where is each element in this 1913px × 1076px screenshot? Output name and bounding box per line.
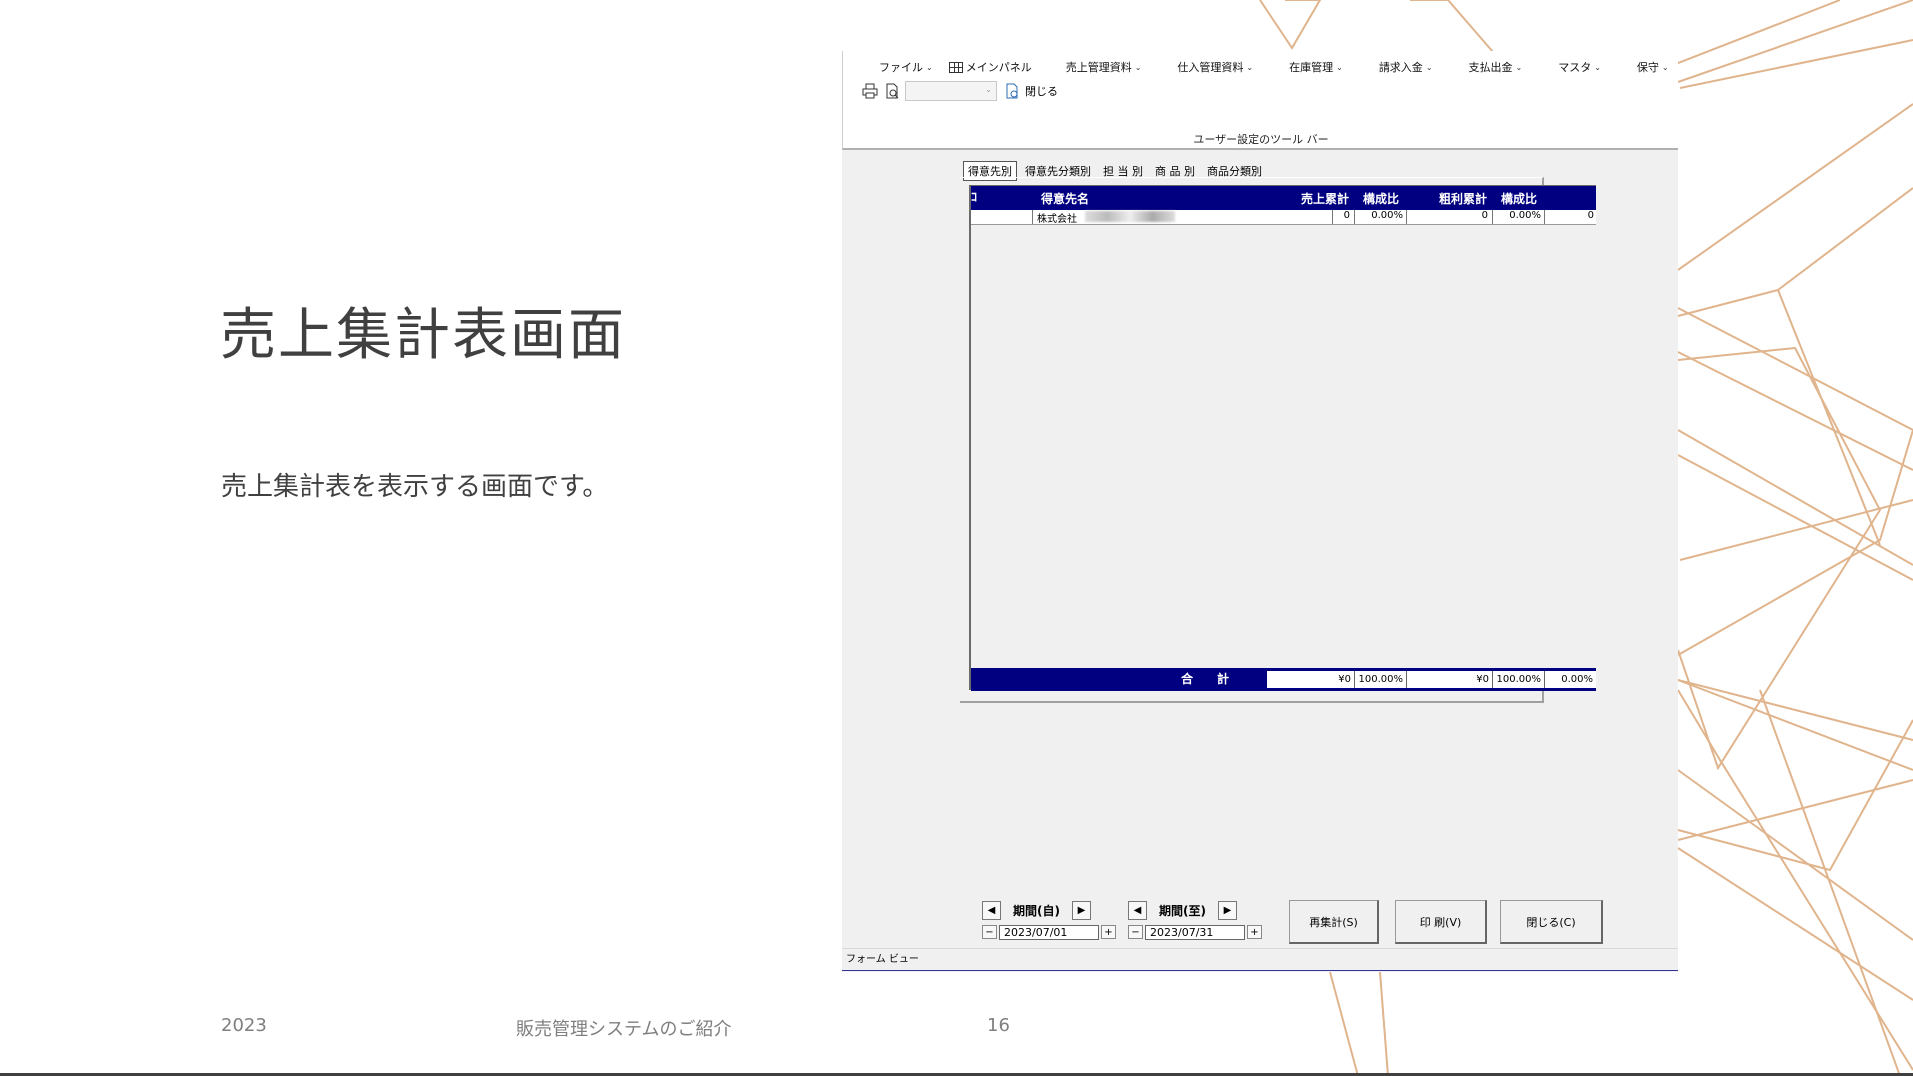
chevron-down-icon: ⌄ [1594,62,1601,72]
slide-title: 売上集計表画面 [220,303,626,368]
ribbon-caption: ユーザー設定のツール バー [1193,133,1329,146]
print-preview-icon[interactable] [883,82,901,100]
total-label: 合 計 [1181,672,1230,686]
total-ratio-1: 100.00% [1355,671,1407,688]
period-from-next-button[interactable]: ▶ [1071,900,1091,920]
caret-right-icon: ▶ [1077,904,1086,916]
total-extra: 0.00% [1545,671,1596,688]
row-sales-cell: 0 [1267,210,1355,224]
menu-label: ファイル [879,61,923,74]
row-sales: 0 [1343,210,1350,221]
period-to-prev-button[interactable]: ◀ [1128,900,1147,920]
close-button[interactable]: 閉じる(C) [1500,900,1603,944]
period-from-minus-button[interactable]: − [982,925,997,939]
row-ratio-2: 0.00% [1509,210,1541,221]
print-button[interactable]: 印 刷(V) [1395,900,1487,944]
header-profit-total: 粗利累計 [1439,192,1488,206]
menu-billing[interactable]: 請求入金 ⌄ [1379,59,1433,75]
app-window: ファイル ⌄ メインパネル 売上管理資料 ⌄ 仕入管理資料 ⌄ 在庫管理 ⌄ 請求入金 ⌄… [842,51,1678,972]
row-profit: 0 [1481,210,1488,221]
page-number: 16 [987,1015,1010,1036]
period-from-date[interactable]: 2023/07/01 [999,924,1099,940]
toolbar-combo[interactable]: ⌄ [905,81,997,101]
menu-bar: ファイル ⌄ メインパネル 売上管理資料 ⌄ 仕入管理資料 ⌄ 在庫管理 ⌄ 請求入金 ⌄… [879,59,1669,75]
menu-master[interactable]: マスタ ⌄ [1558,59,1601,75]
toolbar: ⌄ 閉じる [861,81,1058,101]
menu-label: 在庫管理 [1289,61,1334,74]
header-marker: ｺ [971,190,978,204]
footer-year: 2023 [221,1015,267,1036]
header-customer-name: 得意先名 [1041,192,1090,206]
period-from-control: ◀ 期間(自) ▶ − 2023/07/01 + [982,900,1116,941]
chevron-down-icon: ⌄ [1336,62,1343,72]
redacted-name [1085,211,1175,222]
total-sales: ¥0 [1267,671,1355,688]
period-from-plus-button[interactable]: + [1101,925,1116,939]
grid-header: ｺ 得意先名 売上累計 構成比 粗利累計 構成比 [971,186,1596,210]
row-ratio-1: 0.00% [1371,210,1403,221]
summary-grid: ｺ 得意先名 売上累計 構成比 粗利累計 構成比 株式会社 0 0.00% 0 … [969,185,1596,691]
grid-icon [948,61,963,73]
row-marker-cell [971,210,1033,224]
header-ratio-1: 構成比 [1363,192,1400,206]
menu-label: 保守 [1636,61,1659,74]
row-profit-cell: 0 [1407,210,1493,224]
menu-inventory[interactable]: 在庫管理 ⌄ [1289,59,1343,75]
chevron-down-icon: ⌄ [1515,62,1523,72]
period-from-prev-button[interactable]: ◀ [982,900,1001,920]
period-to-date[interactable]: 2023/07/31 [1145,924,1245,940]
menu-sales-reports[interactable]: 売上管理資料 ⌄ [1066,59,1142,75]
chevron-down-icon: ⌄ [1425,62,1433,72]
close-tool-button[interactable]: 閉じる [1003,82,1058,100]
status-bar: フォーム ビュー [842,948,1678,971]
row-ratio2-cell: 0.00% [1493,210,1545,224]
row-extra: 0 [1587,210,1594,221]
chevron-down-icon: ⌄ [1661,62,1669,72]
print-icon[interactable] [861,82,879,100]
period-from-label: 期間(自) [1013,903,1060,918]
menu-maintenance[interactable]: 保守 ⌄ [1637,59,1669,75]
ribbon: ファイル ⌄ メインパネル 売上管理資料 ⌄ 仕入管理資料 ⌄ 在庫管理 ⌄ 請求入金 ⌄… [842,51,1678,150]
total-ratio-2: 100.00% [1493,671,1545,688]
menu-label: マスタ [1558,61,1592,74]
period-to-minus-button[interactable]: − [1128,925,1143,939]
table-row[interactable]: 株式会社 0 0.00% 0 0.00% 0 [971,210,1596,225]
menu-label: 売上管理資料 [1065,61,1132,74]
total-profit: ¥0 [1407,671,1493,688]
menu-label: 請求入金 [1378,61,1423,74]
chevron-down-icon: ⌄ [1246,62,1254,72]
menu-label: 仕入管理資料 [1177,61,1244,74]
slide-body-text: 売上集計表を表示する画面です。 [221,472,609,502]
period-to-label: 期間(至) [1159,903,1206,918]
chevron-down-icon: ⌄ [985,85,992,94]
period-to-control: ◀ 期間(至) ▶ − 2023/07/31 + [1128,900,1262,941]
period-to-next-button[interactable]: ▶ [1217,900,1237,920]
menu-label: メインパネル [965,61,1032,74]
caret-left-icon: ◀ [1133,904,1142,916]
chevron-down-icon: ⌄ [926,62,933,72]
row-extra-cell: 0 [1545,210,1596,224]
header-ratio-2: 構成比 [1501,192,1538,206]
menu-main-panel[interactable]: メインパネル [948,59,1032,75]
close-tool-label: 閉じる [1025,85,1058,98]
menu-purchase-reports[interactable]: 仕入管理資料 ⌄ [1177,59,1253,75]
close-document-icon [1003,82,1021,100]
footer-title: 販売管理システムのご紹介 [516,1019,732,1040]
caret-right-icon: ▶ [1223,904,1232,916]
row-ratio1-cell: 0.00% [1355,210,1407,224]
menu-label: 支払出金 [1468,61,1513,74]
header-sales-total: 売上累計 [1301,192,1350,206]
row-customer-name: 株式会社 [1037,214,1077,225]
caret-left-icon: ◀ [987,904,996,916]
period-to-plus-button[interactable]: + [1247,925,1262,939]
menu-payments[interactable]: 支払出金 ⌄ [1469,59,1523,75]
menu-file[interactable]: ファイル ⌄ [879,59,933,75]
chevron-down-icon: ⌄ [1134,62,1142,72]
recalculate-button[interactable]: 再集計(S) [1289,900,1379,944]
grid-total-row: 合 計 ¥0 100.00% ¥0 100.00% 0.00% [971,668,1596,691]
